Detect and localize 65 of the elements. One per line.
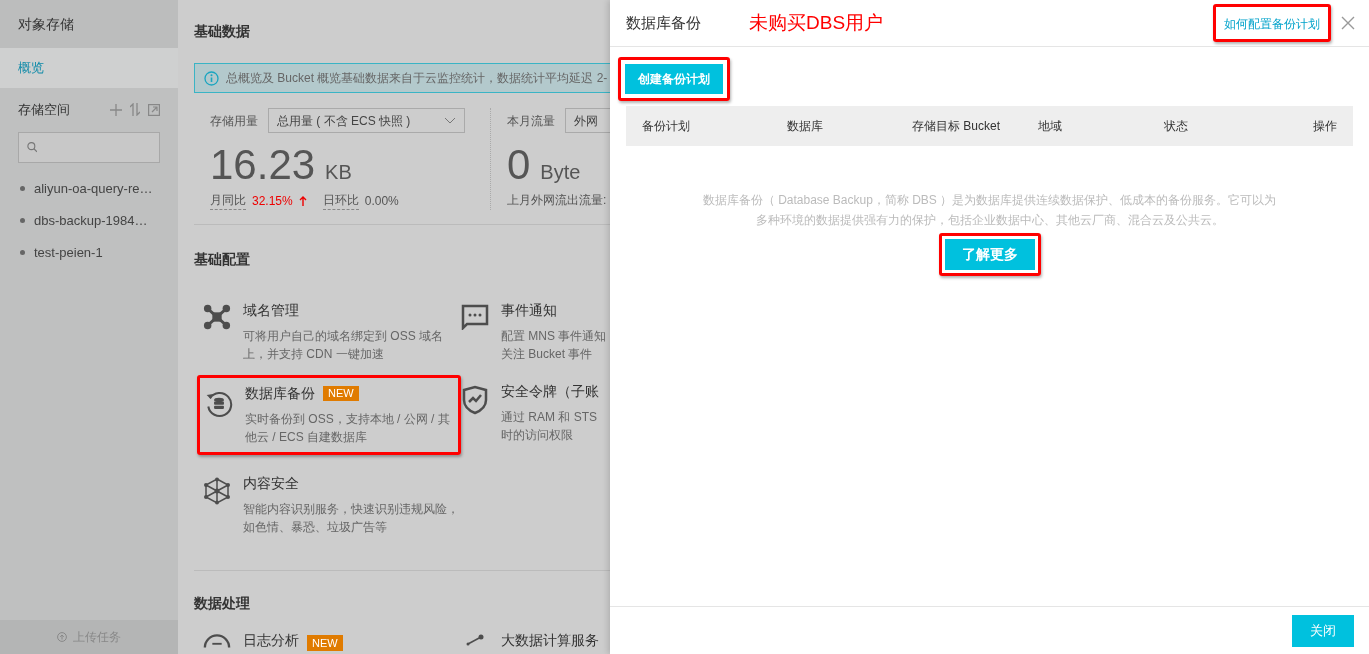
section-heading: 数据处理	[194, 594, 251, 613]
new-badge: NEW	[323, 386, 359, 401]
sort-icon[interactable]	[130, 103, 140, 117]
feature-description: 关注 Bucket 事件	[501, 346, 594, 363]
search-field[interactable]	[18, 131, 160, 163]
feature-title[interactable]: 事件通知	[501, 300, 557, 321]
feature-title[interactable]: 安全令牌（子账	[501, 381, 599, 402]
feature-description: 实时备份到 OSS，支持本地 / 公网 / 其他云 / ECS 自建数据库	[245, 411, 451, 446]
new-badge: NEW	[307, 635, 343, 651]
sidebar-title: 对象存储	[18, 14, 74, 34]
feature-description: 智能内容识别服务，快速识别违规风险，如色情、暴恐、垃圾广告等	[243, 501, 460, 536]
feature-title[interactable]: 内容安全	[243, 473, 299, 494]
feature-description: 配置 MNS 事件通知	[501, 328, 607, 345]
feature-description: 通过 RAM 和 STS	[501, 409, 598, 426]
column-header: 存储目标 Bucket	[912, 118, 1002, 135]
shield-icon	[461, 385, 489, 415]
drawer-title: 数据库备份	[626, 12, 701, 33]
arrow-up-icon	[298, 195, 307, 206]
feature-description: 可将用户自己的域名绑定到 OSS 域名上，并支持 CDN 一键加速	[243, 328, 444, 363]
stat-label: 月同比	[210, 191, 246, 210]
bullet-icon	[20, 218, 25, 223]
feature-description: 时的访问权限	[501, 427, 574, 444]
change-value: 32.15%	[252, 192, 293, 210]
column-header: 状态	[1164, 118, 1189, 135]
feature-title[interactable]: 数据库备份	[245, 383, 315, 404]
bullet-icon	[20, 250, 25, 255]
message-icon	[461, 304, 489, 330]
search-icon	[27, 141, 38, 153]
chevron-down-icon	[444, 117, 456, 124]
plus-icon[interactable]	[110, 103, 122, 116]
annotation-text: 未购买DBS用户	[749, 10, 884, 35]
feature-title[interactable]: 日志分析	[243, 630, 299, 651]
column-header: 备份计划	[642, 118, 691, 135]
close-icon[interactable]	[1341, 16, 1355, 30]
external-icon[interactable]	[148, 103, 160, 116]
traffic-unit: Byte	[540, 160, 581, 185]
notice-text: 总概览及 Bucket 概览基础数据来自于云监控统计，数据统计平均延迟 2-	[226, 70, 608, 87]
change-value: 0.00%	[364, 192, 399, 210]
list-circle-icon	[203, 634, 231, 648]
column-header: 操作	[1313, 118, 1337, 135]
bullet-icon	[20, 186, 25, 191]
info-icon	[204, 70, 219, 86]
section-heading: 基础配置	[194, 250, 251, 269]
nodes-icon	[203, 304, 231, 330]
section-title: 存储空间	[18, 101, 70, 119]
stat-label: 本月流量	[507, 112, 555, 130]
bucket-item[interactable]: test-peien-1	[34, 242, 103, 263]
upload-icon	[57, 632, 67, 642]
feature-title[interactable]: 域名管理	[243, 300, 299, 321]
section-heading: 基础数据	[194, 22, 251, 41]
feature-title[interactable]: 大数据计算服务	[501, 630, 599, 651]
stat-label: 上月外网流出流量:	[507, 192, 608, 209]
column-header: 地域	[1038, 118, 1063, 135]
bucket-item[interactable]: aliyun-oa-query-re…	[34, 178, 153, 199]
storage-value: 16.23	[210, 140, 316, 190]
stat-label: 存储用量	[210, 112, 258, 130]
traffic-value: 0	[507, 140, 531, 190]
chart-nodes-icon	[466, 634, 484, 646]
usage-select[interactable]: 总用量 ( 不含 ECS 快照 )	[268, 108, 465, 133]
cube-network-icon	[203, 477, 231, 505]
column-header: 数据库	[787, 118, 824, 135]
storage-unit: KB	[325, 160, 352, 185]
bucket-item[interactable]: dbs-backup-1984…	[34, 210, 148, 231]
empty-description: 数据库备份（ Database Backup，简称 DBS ）是为数据库提供连续数据保护、低成本的备份服务。它可以为多种环境的数据提供强有力的保护，包括企业数据中心、其他云厂商、混合云及公共云。	[701, 192, 1278, 229]
stat-label: 日环比	[322, 191, 359, 210]
